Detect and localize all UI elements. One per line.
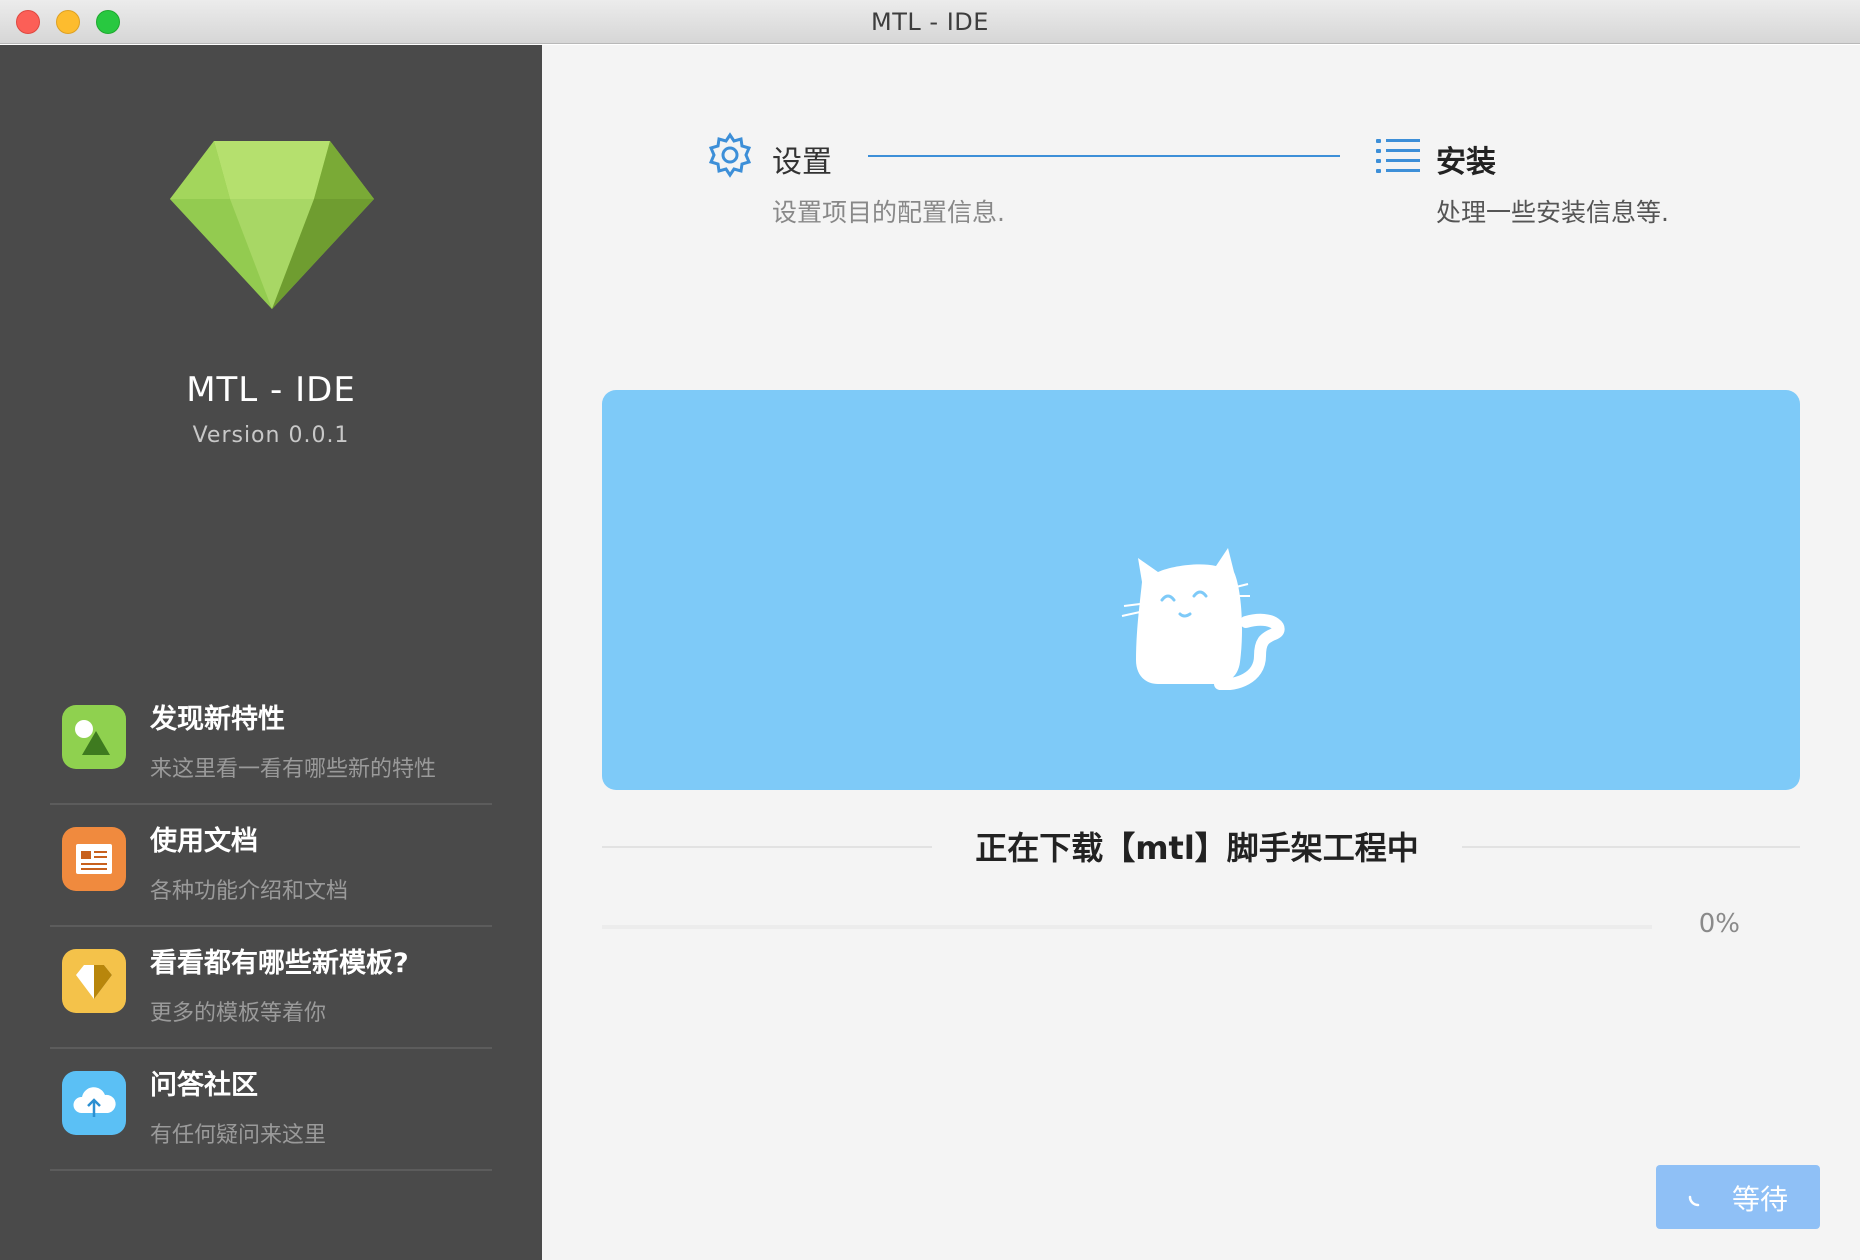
gear-icon [708, 132, 752, 178]
step-description: 设置项目的配置信息. [772, 198, 1005, 227]
sidebar-item-docs[interactable]: 使用文档 各种功能介绍和文档 [50, 805, 492, 927]
download-status: 正在下载【mtl】脚手架工程中 [975, 829, 1419, 867]
app-window: MTL - IDE MTL - IDE Version 0.0.1 发现新特性 … [0, 0, 1860, 1260]
step-title: 安装 [1436, 145, 1496, 180]
sidebar-item-templates[interactable]: 看看都有哪些新模板? 更多的模板等着你 [50, 927, 492, 1049]
list-icon [1376, 139, 1420, 173]
app-name: MTL - IDE [186, 370, 356, 410]
progress-percent: 0% [1698, 909, 1740, 939]
document-icon [62, 827, 126, 891]
gem-icon [62, 949, 126, 1013]
status-divider-left [602, 846, 932, 848]
sidebar-item-subtitle: 更多的模板等着你 [150, 1001, 327, 1026]
step-title: 设置 [772, 145, 832, 180]
sidebar-item-title: 看看都有哪些新模板? [150, 948, 409, 979]
sidebar-item-subtitle: 来这里看一看有哪些新的特性 [150, 757, 437, 782]
cat-illustration-icon [1121, 548, 1285, 690]
status-divider-right [1462, 846, 1800, 848]
wait-button-label: 等待 [1732, 1183, 1789, 1216]
loading-spinner-icon [1688, 1195, 1700, 1207]
step-description: 处理一些安装信息等. [1436, 198, 1669, 227]
sidebar-item-subtitle: 各种功能介绍和文档 [150, 879, 349, 904]
sidebar-item-title: 发现新特性 [150, 704, 285, 735]
gem-logo-icon [170, 141, 374, 309]
download-banner [602, 390, 1800, 790]
sidebar-nav: 发现新特性 来这里看一看有哪些新的特性 使用文档 各种功能介绍和文档 看看都有哪… [50, 683, 492, 1171]
window-title: MTL - IDE [871, 8, 989, 36]
sidebar-item-title: 使用文档 [150, 826, 258, 857]
main-panel: 设置 设置项目的配置信息. 安装 处理一些安装信息等. 正在下载【mtl】脚手架… [542, 45, 1860, 1260]
sidebar-item-title: 问答社区 [150, 1070, 258, 1101]
title-bar: MTL - IDE [0, 0, 1860, 44]
image-icon [62, 705, 126, 769]
wait-button[interactable]: 等待 [1656, 1165, 1820, 1229]
sidebar: MTL - IDE Version 0.0.1 发现新特性 来这里看一看有哪些新… [0, 45, 542, 1260]
progress-bar [602, 925, 1652, 929]
sidebar-item-features[interactable]: 发现新特性 来这里看一看有哪些新的特性 [50, 683, 492, 805]
sidebar-item-community[interactable]: 问答社区 有任何疑问来这里 [50, 1049, 492, 1171]
sidebar-item-subtitle: 有任何疑问来这里 [150, 1123, 327, 1148]
cloud-upload-icon [62, 1071, 126, 1135]
step-connector [868, 155, 1340, 157]
app-version: Version 0.0.1 [192, 423, 350, 448]
